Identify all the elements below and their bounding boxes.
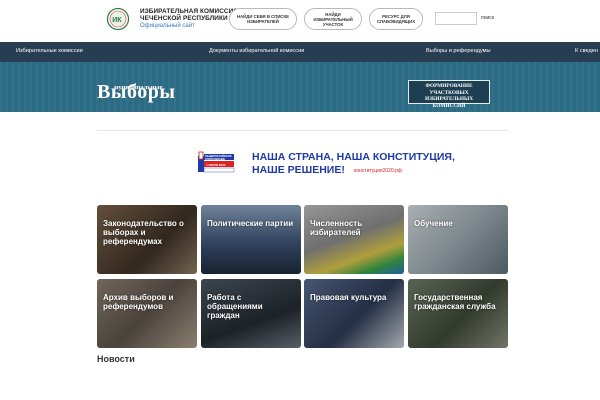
tile-civil-service[interactable]: Государственная гражданская служба <box>408 279 508 348</box>
tile-overlay <box>408 205 508 274</box>
tile-archive[interactable]: Архив выборов и референдумов <box>97 279 197 348</box>
section-divider <box>97 130 507 131</box>
nav-item-commissions[interactable]: Избирательные комиссии <box>16 48 83 54</box>
banner-texture <box>0 62 600 112</box>
tile-overlay <box>304 205 404 274</box>
municipal-elections-banner[interactable] <box>0 62 600 112</box>
tile-overlay <box>201 205 301 274</box>
const-icon-date: 1 ИЮЛЯ 2020 <box>206 162 226 167</box>
tile-overlay <box>408 279 508 348</box>
constitution-headline-2: НАШЕ РЕШЕНИЕ! <box>252 164 345 176</box>
search-button[interactable]: поиск <box>481 15 494 21</box>
main-nav: Избирательные комиссии Документы избират… <box>0 42 600 62</box>
news-heading: Новости <box>97 354 135 364</box>
tile-label: Архив выборов и референдумов <box>103 293 174 311</box>
constitution-2020-banner[interactable]: ОБЩЕРОССИЙСКОЕ ГОЛОСОВАНИЕ 1 ИЮЛЯ 2020 Н… <box>196 148 455 178</box>
site-header: ИК ИЗБИРАТЕЛЬНАЯ КОМИССИЯ ЧЕЧЕНСКОЙ РЕСП… <box>0 0 600 42</box>
tile-label: Обучение <box>414 219 453 228</box>
tile-label: Численность избирателей <box>310 219 363 237</box>
tile-label: Правовая культура <box>310 293 387 302</box>
tile-education[interactable]: Обучение <box>408 205 508 274</box>
precinct-commissions-button[interactable]: ФОРМИРОВАНИЕ УЧАСТКОВЫХ ИЗБИРАТЕЛЬНЫХ КО… <box>408 80 490 109</box>
emblem-logo-icon[interactable]: ИК <box>107 7 129 31</box>
constitution-site-link[interactable]: конституция2020.рф <box>354 168 402 174</box>
tile-citizen-appeals[interactable]: Работа с обращениями граждан <box>201 279 301 348</box>
tile-voter-count[interactable]: Численность избирателей <box>304 205 404 274</box>
visually-impaired-version-button[interactable]: РЕСУРС ДЛЯ СЛАБОВИДЯЩИХ <box>369 8 423 30</box>
tile-legal-culture[interactable]: Правовая культура <box>304 279 404 348</box>
org-name[interactable]: ИЗБИРАТЕЛЬНАЯ КОМИССИЯ ЧЕЧЕНСКОЙ РЕСПУБЛ… <box>140 8 238 22</box>
official-site-label: Официальный сайт <box>140 23 195 29</box>
tile-overlay <box>97 279 197 348</box>
tile-label: Государственная гражданская служба <box>414 293 496 311</box>
tile-label: Работа с обращениями граждан <box>207 293 263 320</box>
nav-item-elections[interactable]: Выборы и референдумы <box>426 48 491 54</box>
tile-label: Законодательство о выборах и референдума… <box>103 219 184 246</box>
tile-overlay <box>304 279 404 348</box>
find-self-in-voter-list-button[interactable]: НАЙДИ СЕБЯ В СПИСКЕ ИЗБИРАТЕЛЕЙ <box>229 8 297 30</box>
search-input[interactable] <box>435 12 477 25</box>
const-icon-caption: ОБЩЕРОССИЙСКОЕ ГОЛОСОВАНИЕ <box>205 155 232 161</box>
banner-title-prefix: муниципальные <box>114 84 163 91</box>
tile-label: Политические партии <box>207 219 294 228</box>
nav-item-documents[interactable]: Документы избирательной комиссии <box>209 48 304 54</box>
svg-text:ИК: ИК <box>112 17 122 24</box>
nav-item-info[interactable]: К сведен <box>575 48 598 54</box>
tile-political-parties[interactable]: Политические партии <box>201 205 301 274</box>
find-polling-station-button[interactable]: НАЙДИ ИЗБИРАТЕЛЬНЫЙ УЧАСТОК <box>304 8 362 30</box>
tile-legislation[interactable]: Законодательство о выборах и референдума… <box>97 205 197 274</box>
constitution-headline-1: НАША СТРАНА, НАША КОНСТИТУЦИЯ, <box>252 151 455 163</box>
